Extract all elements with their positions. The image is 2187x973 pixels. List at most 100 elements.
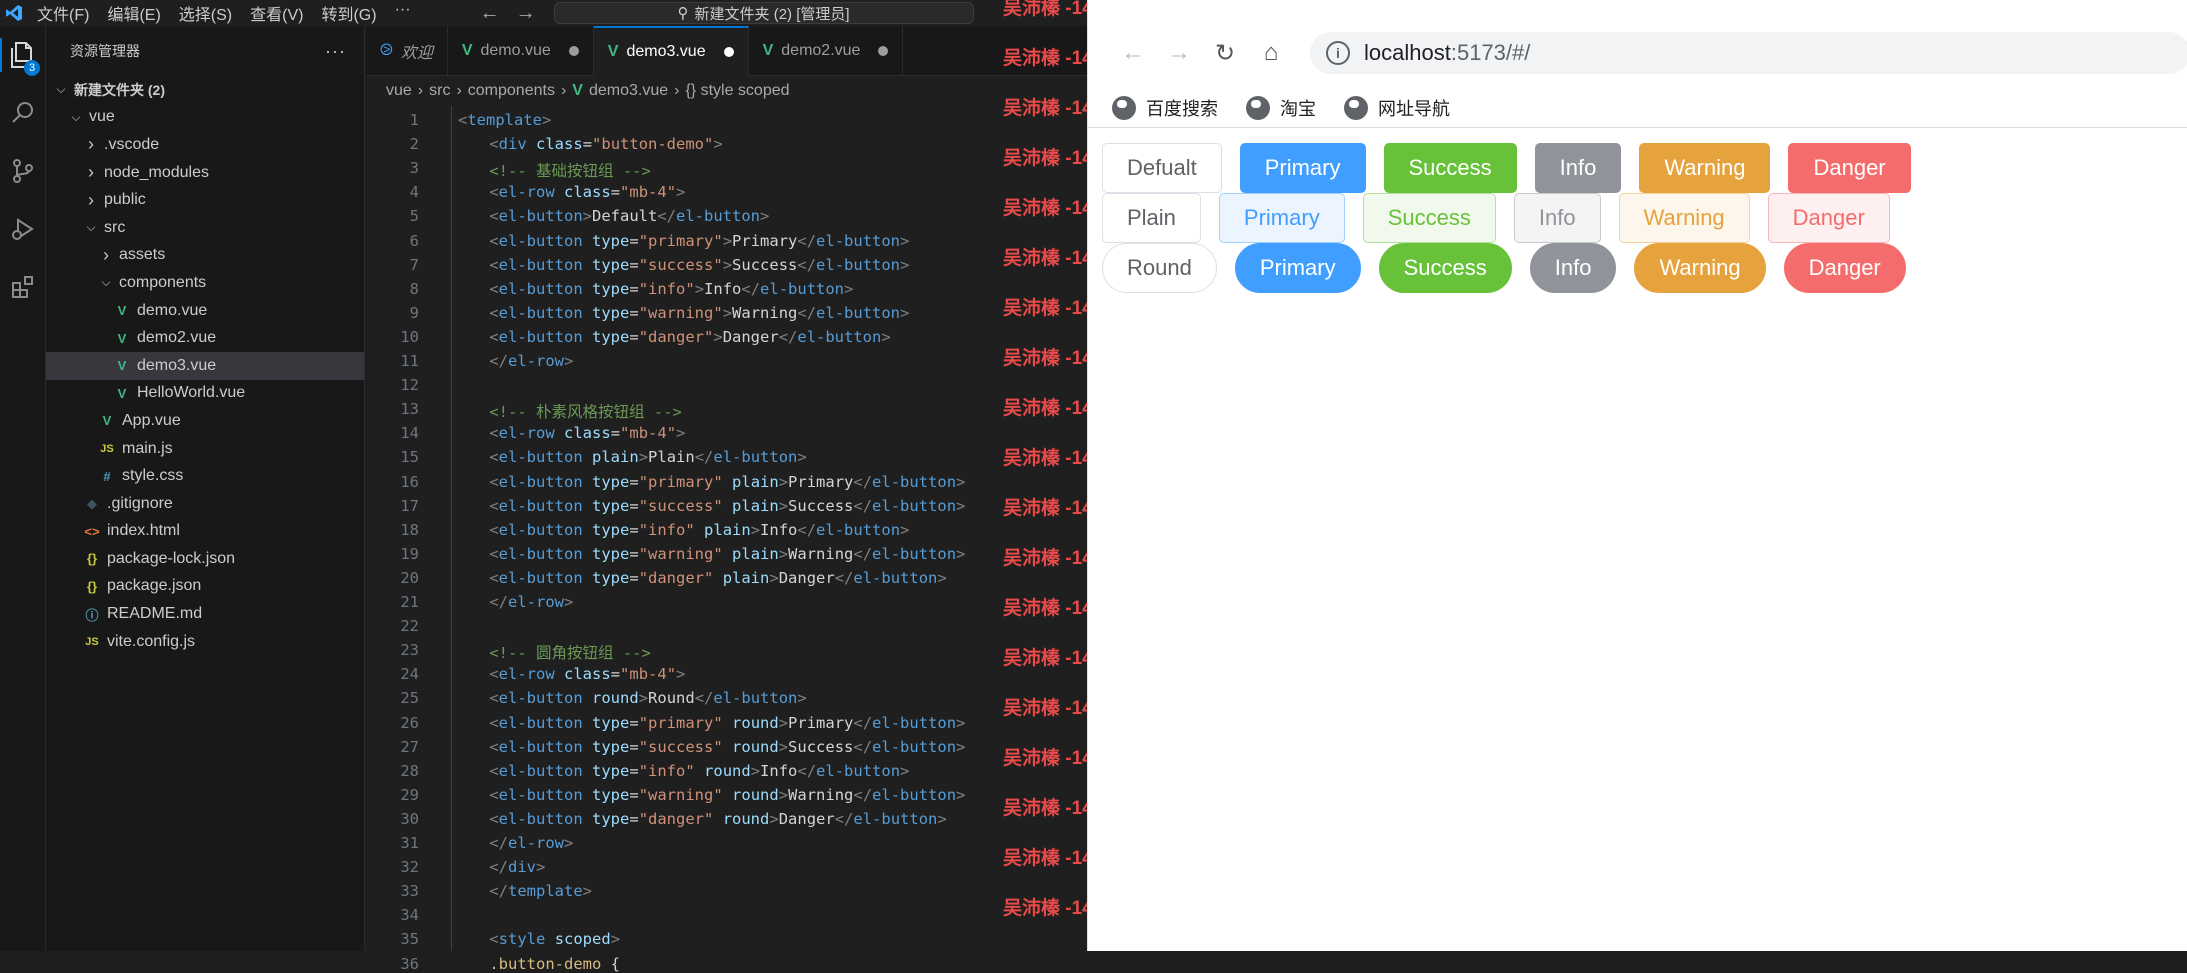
success-button[interactable]: Success	[1362, 193, 1496, 243]
tree-item[interactable]: › .vscode	[46, 131, 364, 159]
unsaved-dot-icon[interactable]	[723, 47, 734, 57]
forward-icon[interactable]: →	[1156, 39, 1202, 67]
extensions-icon[interactable]	[0, 258, 46, 316]
tree-item[interactable]: ⌵ vue	[46, 104, 364, 132]
plain-button[interactable]: Plain	[1102, 193, 1201, 243]
line-number: 29	[400, 785, 419, 804]
tree-item[interactable]: › node_modules	[46, 159, 364, 187]
warning-button[interactable]: Warning	[1618, 193, 1750, 243]
primary-button[interactable]: Primary	[1234, 243, 1361, 293]
vue-file-icon: V	[117, 385, 127, 401]
line-number: 24	[400, 665, 419, 684]
address-bar[interactable]: i localhost:5173/#/	[1310, 32, 2187, 74]
unsaved-dot-icon[interactable]	[878, 46, 889, 56]
tree-item[interactable]: JS main.js	[46, 435, 364, 463]
bookmark[interactable]: 百度搜索	[1112, 95, 1218, 121]
url-host: localhost	[1364, 40, 1451, 65]
code-line: <el-button type="info">Info</el-button>	[489, 279, 854, 298]
tree-item[interactable]: ⌵ 新建文件夹 (2)	[46, 76, 364, 104]
tree-item[interactable]: Vdemo3.vue	[46, 351, 364, 380]
home-icon[interactable]: ⌂	[1248, 39, 1294, 67]
danger-button[interactable]: Danger	[1788, 143, 1911, 193]
info-button[interactable]: Info	[1513, 193, 1601, 243]
globe-icon	[1344, 95, 1368, 120]
success-button[interactable]: Success	[1378, 243, 1512, 293]
tree-item[interactable]: <> index.html	[46, 518, 364, 546]
editor-tab[interactable]: Vdemo2.vue	[749, 26, 904, 76]
tree-item[interactable]: {} package.json	[46, 573, 364, 601]
menu-item[interactable]: 查看(V)	[241, 1, 312, 25]
code-line: </template>	[489, 882, 592, 901]
info-button[interactable]: Info	[1529, 243, 1617, 293]
tree-item-label: node_modules	[104, 163, 209, 181]
menu-item[interactable]: 编辑(E)	[98, 1, 169, 25]
site-info-icon[interactable]: i	[1326, 41, 1350, 65]
breadcrumb-item[interactable]: src	[429, 82, 450, 100]
chevron-down-icon: ⌵	[56, 82, 66, 97]
more-actions-icon[interactable]: ···	[325, 41, 346, 62]
activity-bar: 3	[0, 26, 46, 951]
tree-item[interactable]: › public	[46, 186, 364, 214]
warning-button[interactable]: Warning	[1639, 143, 1771, 193]
tree-item[interactable]: V App.vue	[46, 407, 364, 435]
unsaved-dot-icon[interactable]	[568, 46, 579, 56]
defualt-button[interactable]: Defualt	[1102, 143, 1222, 193]
breadcrumb-item[interactable]: components	[468, 82, 555, 100]
editor-tab[interactable]: ⧁ 欢迎	[366, 26, 448, 76]
code-line: <el-button type="warning">Warning</el-bu…	[489, 303, 910, 322]
tree-item[interactable]: ⌵ components	[46, 269, 364, 297]
breadcrumb-item[interactable]: vue	[386, 82, 412, 100]
tree-item[interactable]: V HelloWorld.vue	[46, 380, 364, 408]
menu-item[interactable]: 转到(G)	[312, 1, 385, 25]
tree-item[interactable]: # style.css	[46, 462, 364, 490]
tab-label: demo3.vue	[626, 43, 706, 60]
readme-info-icon: ⓘ	[85, 607, 99, 623]
tree-item[interactable]: Vdemo.vue	[46, 297, 364, 325]
menu-item[interactable]: ···	[386, 1, 420, 25]
line-number: 8	[409, 279, 419, 298]
breadcrumb-item[interactable]: {} style scoped	[685, 82, 789, 100]
tree-item[interactable]: ◆ .gitignore	[46, 490, 364, 518]
search-icon[interactable]	[0, 84, 46, 142]
breadcrumb-item[interactable]: demo3.vue	[589, 82, 668, 100]
back-icon[interactable]: ←	[1110, 39, 1156, 67]
run-debug-icon[interactable]	[0, 200, 46, 258]
source-control-icon[interactable]	[0, 142, 46, 200]
code-line: <!-- 朴素风格按钮组 -->	[489, 403, 682, 422]
code-line: <el-button type="primary" plain>Primary<…	[489, 472, 966, 491]
danger-button[interactable]: Danger	[1783, 243, 1906, 293]
forward-arrow-icon[interactable]: →	[516, 2, 536, 25]
menu-item[interactable]: 文件(F)	[28, 1, 98, 25]
tree-item[interactable]: ⌵ src	[46, 214, 364, 242]
command-center-search[interactable]: ⚲ 新建文件夹 (2) [管理员]	[553, 2, 974, 24]
tree-item[interactable]: Vdemo2.vue	[46, 324, 364, 352]
code-line: <el-button type="primary">Primary</el-bu…	[489, 231, 910, 250]
back-arrow-icon[interactable]: ←	[480, 2, 500, 25]
code-line: <!-- 基础按钮组 -->	[489, 162, 651, 181]
tree-item[interactable]: {} package-lock.json	[46, 545, 364, 573]
vscode-logo-icon	[0, 0, 28, 26]
tree-item[interactable]: ⓘ README.md	[46, 600, 364, 628]
url-path: :5173/#/	[1450, 40, 1531, 65]
code-line: <el-button type="warning" plain>Warning<…	[489, 544, 966, 563]
code-line: <el-button type="info" round>Info</el-bu…	[489, 761, 910, 780]
tree-item[interactable]: › assets	[46, 242, 364, 270]
menu-item[interactable]: 选择(S)	[170, 1, 241, 25]
primary-button[interactable]: Primary	[1218, 193, 1345, 243]
editor-tab[interactable]: Vdemo.vue	[448, 26, 594, 76]
editor-tab[interactable]: Vdemo3.vue	[593, 26, 749, 76]
line-number: 28	[400, 761, 419, 780]
explorer-icon[interactable]: 3	[0, 26, 46, 84]
reload-icon[interactable]: ↻	[1202, 39, 1248, 68]
code-line: <el-row class="mb-4">	[489, 424, 686, 443]
danger-button[interactable]: Danger	[1767, 193, 1890, 243]
round-button[interactable]: Round	[1102, 243, 1217, 293]
tree-item[interactable]: JS vite.config.js	[46, 628, 364, 656]
warning-button[interactable]: Warning	[1634, 243, 1766, 293]
primary-button[interactable]: Primary	[1239, 143, 1366, 193]
info-button[interactable]: Info	[1534, 143, 1622, 193]
code-editor[interactable]: 1 <template> 2 <div class="button-demo"> 3 …	[366, 106, 1087, 973]
success-button[interactable]: Success	[1383, 143, 1517, 193]
bookmark[interactable]: 淘宝	[1246, 95, 1316, 121]
bookmark[interactable]: 网址导航	[1344, 95, 1450, 121]
